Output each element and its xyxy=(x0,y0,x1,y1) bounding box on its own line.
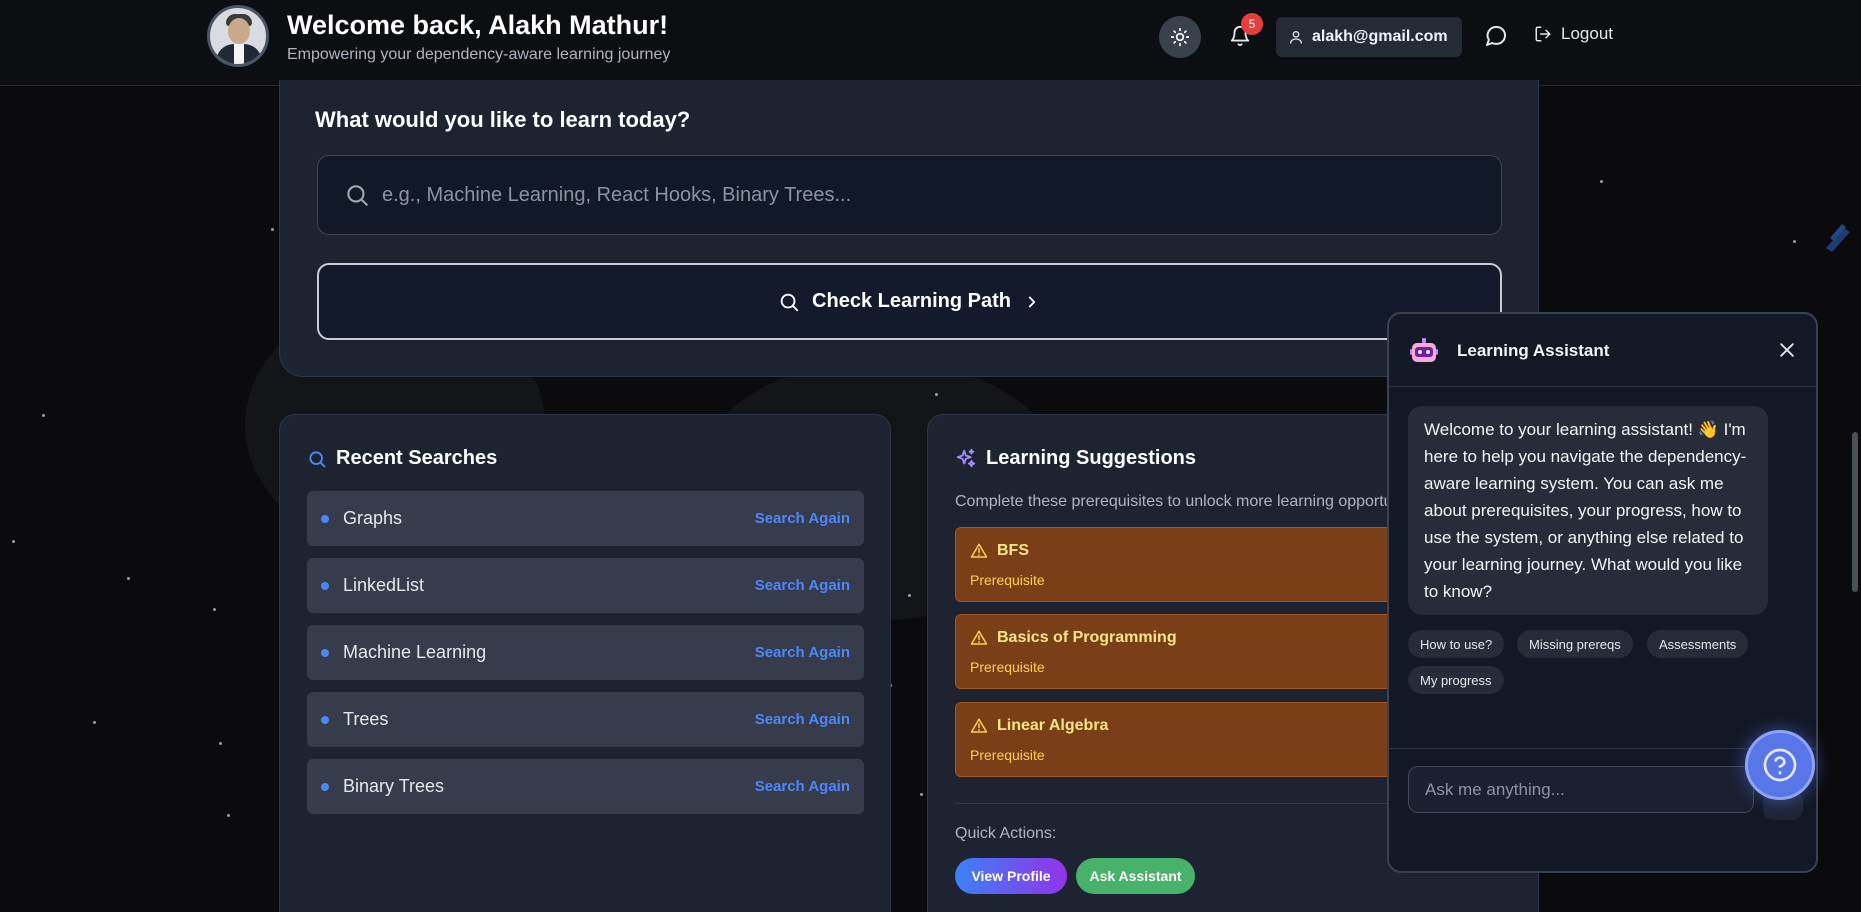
recent-search-item[interactable]: Graphs Search Again xyxy=(307,491,864,546)
recent-search-label: Binary Trees xyxy=(343,776,445,796)
recent-searches-card: Recent Searches Graphs Search Again Link… xyxy=(279,414,891,912)
bullet-dot xyxy=(321,715,329,724)
page-scrollbar[interactable] xyxy=(1852,432,1858,592)
recent-search-label: Trees xyxy=(343,709,389,729)
recent-searches-title: Recent Searches xyxy=(336,447,498,469)
search-again-link[interactable]: Search Again xyxy=(755,644,850,661)
recent-searches-heading: Recent Searches xyxy=(307,447,497,470)
recent-search-item[interactable]: LinkedList Search Again xyxy=(307,558,864,613)
robot-icon xyxy=(1410,338,1438,362)
chat-bubble-icon xyxy=(1486,26,1507,46)
ask-assistant-input[interactable] xyxy=(1408,766,1754,813)
search-icon xyxy=(309,450,326,467)
help-icon xyxy=(1763,748,1797,782)
search-again-link[interactable]: Search Again xyxy=(755,510,850,527)
theme-toggle-button[interactable] xyxy=(1159,16,1201,58)
logout-icon xyxy=(1535,26,1551,42)
search-field xyxy=(317,155,1502,235)
warning-icon xyxy=(970,543,988,558)
search-again-link[interactable]: Search Again xyxy=(755,778,850,795)
user-email: alakh@gmail.com xyxy=(1312,28,1448,45)
search-input[interactable] xyxy=(382,183,1501,207)
suggestion-chip[interactable]: My progress xyxy=(1408,666,1504,694)
assistant-header: Learning Assistant xyxy=(1389,314,1816,387)
recent-search-item[interactable]: Trees Search Again xyxy=(307,692,864,747)
search-icon xyxy=(780,293,799,311)
close-icon[interactable] xyxy=(1777,340,1797,360)
quick-actions-label: Quick Actions: xyxy=(955,825,1057,842)
avatar[interactable] xyxy=(207,5,269,67)
check-learning-path-button[interactable]: Check Learning Path xyxy=(317,263,1502,340)
extension-logo-icon[interactable] xyxy=(1822,218,1854,258)
recent-searches-list: Graphs Search Again LinkedList Search Ag… xyxy=(307,491,864,826)
search-icon xyxy=(347,185,368,206)
bullet-dot xyxy=(321,514,329,523)
learning-suggestions-title: Learning Suggestions xyxy=(986,447,1197,469)
search-again-link[interactable]: Search Again xyxy=(755,711,850,728)
help-button[interactable] xyxy=(1745,730,1815,800)
warning-icon xyxy=(970,630,988,645)
warning-icon xyxy=(970,718,988,733)
assistant-message: Welcome to your learning assistant! 👋 I'… xyxy=(1408,406,1768,615)
prerequisite-title-row: BFS xyxy=(970,542,1029,560)
prerequisite-title: Linear Algebra xyxy=(997,717,1109,734)
search-title: What would you like to learn today? xyxy=(315,107,691,132)
messages-button[interactable] xyxy=(1484,24,1508,48)
welcome-title: Welcome back, Alakh Mathur! xyxy=(287,10,669,40)
recent-search-item[interactable]: Machine Learning Search Again xyxy=(307,625,864,680)
welcome-subtitle: Empowering your dependency-aware learnin… xyxy=(287,46,671,63)
bullet-dot xyxy=(321,581,329,590)
check-learning-path-label: Check Learning Path xyxy=(812,290,1011,312)
recent-search-label: LinkedList xyxy=(343,575,425,595)
suggestion-chip[interactable]: Missing prereqs xyxy=(1517,630,1633,658)
suggestions-description: Complete these prerequisites to unlock m… xyxy=(955,493,1393,510)
user-account-chip[interactable]: alakh@gmail.com xyxy=(1276,17,1462,57)
chevron-right-icon xyxy=(1028,296,1036,307)
learning-assistant-panel: Learning Assistant Welcome to your learn… xyxy=(1387,312,1818,873)
recent-search-item[interactable]: Binary Trees Search Again xyxy=(307,759,864,814)
sparkles-icon xyxy=(956,448,976,467)
prerequisite-title-row: Linear Algebra xyxy=(970,717,1108,735)
prerequisite-title: Basics of Programming xyxy=(997,629,1177,646)
prerequisite-tag: Prerequisite xyxy=(970,747,1045,763)
prerequisite-tag: Prerequisite xyxy=(970,572,1045,588)
recent-search-label: Graphs xyxy=(343,508,403,528)
suggestion-chip[interactable]: How to use? xyxy=(1408,630,1505,658)
notification-count-badge: 5 xyxy=(1241,13,1263,35)
view-profile-button[interactable]: View Profile xyxy=(955,858,1067,894)
learning-suggestions-heading: Learning Suggestions xyxy=(955,447,1196,470)
ask-assistant-button[interactable]: Ask Assistant xyxy=(1076,858,1195,894)
bullet-dot xyxy=(321,648,329,657)
assistant-title: Learning Assistant xyxy=(1457,341,1610,360)
top-header: Welcome back, Alakh Mathur! Empowering y… xyxy=(0,0,1861,86)
sun-icon xyxy=(1170,27,1190,47)
suggestion-chip[interactable]: Assessments xyxy=(1647,630,1749,658)
prerequisite-title-row: Basics of Programming xyxy=(970,629,1177,647)
learn-search-card: What would you like to learn today? Chec… xyxy=(279,80,1539,377)
prerequisite-tag: Prerequisite xyxy=(970,659,1045,675)
recent-search-label: Machine Learning xyxy=(343,642,487,662)
logout-label: Logout xyxy=(1561,24,1613,43)
search-again-link[interactable]: Search Again xyxy=(755,577,850,594)
logout-button[interactable]: Logout xyxy=(1534,24,1613,44)
bullet-dot xyxy=(321,782,329,791)
user-icon xyxy=(1290,31,1302,44)
prerequisite-title: BFS xyxy=(997,542,1029,559)
